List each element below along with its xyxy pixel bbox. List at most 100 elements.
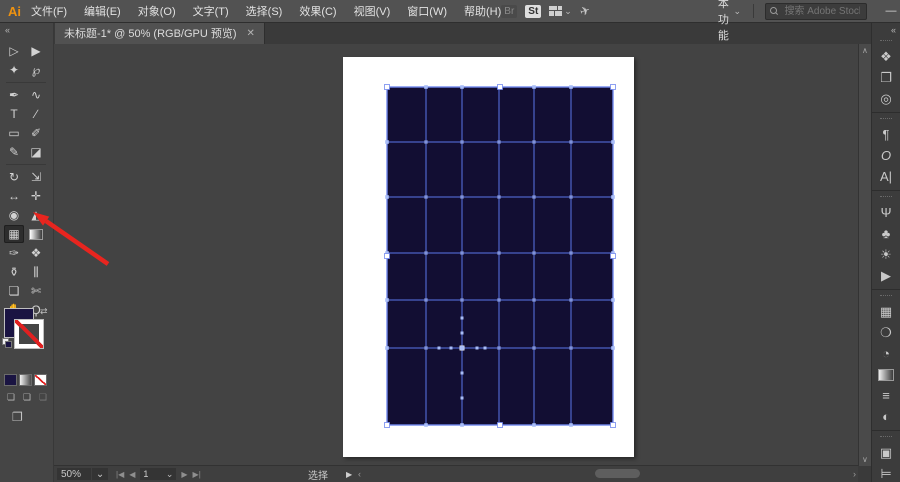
- zoom-dropdown-icon[interactable]: ⌄: [92, 468, 108, 480]
- artboard-tool[interactable]: ❏: [4, 282, 24, 300]
- stroke-swatch[interactable]: [14, 319, 44, 349]
- color-panel-icon[interactable]: ❍: [872, 322, 900, 343]
- transform-panel-icon[interactable]: ▣: [872, 442, 900, 463]
- artboard-number-field[interactable]: 1 ⌄: [140, 468, 177, 480]
- color-button[interactable]: [4, 374, 17, 386]
- zoom-level[interactable]: 50%: [57, 468, 91, 480]
- menu-item-6[interactable]: 视图(V): [354, 3, 391, 19]
- paintbrush-tool[interactable]: ✐: [26, 124, 46, 142]
- draw-mode-2-button[interactable]: ❏: [36, 391, 50, 403]
- layers-panel-icon[interactable]: ❖: [872, 46, 900, 67]
- menu-item-8[interactable]: 帮助(H): [464, 3, 501, 19]
- workspace-label: 基本功能: [717, 0, 729, 42]
- selection-tool[interactable]: ▷: [4, 42, 24, 60]
- vertical-scroll-track[interactable]: ∧ ∨: [858, 44, 872, 466]
- eyedropper-tool[interactable]: ✑: [4, 244, 24, 262]
- actions-panel-icon[interactable]: ▶: [872, 265, 900, 286]
- bridge-badge[interactable]: Br: [501, 4, 518, 18]
- blend-tool[interactable]: ❖: [26, 244, 46, 262]
- scroll-up-icon[interactable]: ∧: [862, 46, 868, 55]
- collapse-tools-icon[interactable]: «: [5, 25, 10, 35]
- brushes-panel-icon[interactable]: Ψ: [872, 202, 900, 223]
- minimize-button[interactable]: —: [885, 5, 896, 18]
- none-button[interactable]: [34, 374, 47, 386]
- scroll-down-icon[interactable]: ∨: [862, 455, 868, 464]
- pen-tool[interactable]: ✒: [4, 86, 24, 104]
- arrange-documents-button[interactable]: ⌄: [549, 6, 572, 17]
- scroll-right-icon[interactable]: ›: [853, 469, 856, 479]
- mesh-tool[interactable]: ▦: [4, 225, 24, 243]
- magic-wand-tool[interactable]: ✦: [4, 61, 24, 79]
- menu-item-7[interactable]: 窗口(W): [407, 3, 447, 19]
- canvas[interactable]: [53, 44, 858, 466]
- swatches-panel-icon[interactable]: ▦: [872, 301, 900, 322]
- menu-item-1[interactable]: 编辑(E): [84, 3, 121, 19]
- swap-fill-stroke-icon[interactable]: ⇄: [40, 306, 48, 317]
- share-icon[interactable]: ✈: [578, 3, 592, 20]
- appearance-panel-icon[interactable]: ☀: [872, 244, 900, 265]
- last-artboard-button[interactable]: ▶|: [193, 470, 201, 479]
- panel-icon-list: ❖❐◎¶OA|Ψ♣☀▶▦❍◔≡◐▣⊨⧉: [872, 38, 900, 482]
- character-panel-icon[interactable]: A|: [872, 166, 900, 187]
- workspace-switcher[interactable]: 基本功能 ⌄: [718, 0, 741, 43]
- menu-item-2[interactable]: 对象(O): [138, 3, 176, 19]
- scale-tool[interactable]: ⇲: [26, 168, 46, 186]
- transparency-panel-icon[interactable]: ◐: [872, 406, 900, 427]
- line-segment-tool[interactable]: ∕: [26, 105, 46, 123]
- artboards-panel-icon[interactable]: ❐: [872, 67, 900, 88]
- first-artboard-button[interactable]: |◀: [116, 470, 124, 479]
- gradient-mesh-object[interactable]: [382, 82, 618, 430]
- status-flyout-icon[interactable]: ▶: [346, 470, 352, 479]
- gradient-tool[interactable]: [26, 225, 46, 243]
- perspective-grid-tool[interactable]: ◭: [26, 206, 46, 224]
- width-tool[interactable]: ↔: [4, 187, 24, 205]
- draw-mode-1-button[interactable]: ❏: [20, 391, 34, 403]
- menu-item-0[interactable]: 文件(F): [31, 3, 67, 19]
- search-icon: [770, 7, 778, 15]
- default-fill-stroke-icon[interactable]: [2, 338, 12, 348]
- pencil-tool[interactable]: ✎: [4, 143, 24, 161]
- vertical-scrollbar[interactable]: ∧ ∨: [858, 22, 872, 482]
- stock-badge[interactable]: St: [525, 4, 542, 18]
- opentype-panel-icon[interactable]: O: [872, 145, 900, 166]
- menu-item-4[interactable]: 选择(S): [246, 3, 283, 19]
- color-buttons: [4, 374, 47, 386]
- eraser-tool[interactable]: ◪: [26, 143, 46, 161]
- next-artboard-button[interactable]: ▶: [181, 470, 187, 479]
- slice-tool[interactable]: ✄: [26, 282, 46, 300]
- draw-mode-0-button[interactable]: ❏: [4, 391, 18, 403]
- tools-panel: « ▷▶✦℘✒∿T∕▭✐✎◪↻⇲↔✛◉◭▦✑❖⚱⫼❏✄✋Ϙ ⇄ ❏❏❏ ❐: [0, 22, 54, 482]
- asset-export-panel-icon[interactable]: ◎: [872, 88, 900, 109]
- symbols-panel-icon[interactable]: ♣: [872, 223, 900, 244]
- column-graph-tool[interactable]: ⫼: [26, 263, 46, 281]
- menu-bar: Ai 文件(F) 编辑(E) 对象(O) 文字(T) 选择(S) 效果(C) 视图(V) 窗口…: [0, 0, 900, 42]
- document-tab[interactable]: 未标题-1* @ 50% (RGB/GPU 预览) ✕: [55, 22, 265, 44]
- menu-item-5[interactable]: 效果(C): [299, 3, 336, 19]
- type-tool[interactable]: T: [4, 105, 24, 123]
- prev-artboard-button[interactable]: ◀: [129, 470, 135, 479]
- shape-builder-tool[interactable]: ◉: [4, 206, 24, 224]
- gradient-button[interactable]: [19, 374, 32, 386]
- lasso-tool[interactable]: ℘: [26, 61, 46, 79]
- rotate-tool[interactable]: ↻: [4, 168, 24, 186]
- align-panel-icon[interactable]: ⊨: [872, 463, 900, 482]
- direct-selection-tool[interactable]: ▶: [26, 42, 46, 60]
- curvature-tool[interactable]: ∿: [26, 86, 46, 104]
- scroll-left-icon[interactable]: ‹: [358, 469, 361, 479]
- menu-item-3[interactable]: 文字(T): [193, 3, 229, 19]
- tab-close-icon[interactable]: ✕: [247, 28, 255, 39]
- horizontal-scrollbar[interactable]: ‹ ›: [358, 467, 856, 481]
- paragraph-panel-icon[interactable]: ¶: [872, 124, 900, 145]
- rectangle-tool[interactable]: ▭: [4, 124, 24, 142]
- gradient-panel-icon[interactable]: [872, 364, 900, 385]
- search-input[interactable]: [782, 4, 863, 18]
- free-transform-tool[interactable]: ✛: [26, 187, 46, 205]
- main-menu: 文件(F) 编辑(E) 对象(O) 文字(T) 选择(S) 效果(C) 视图(V) 窗口(W)…: [31, 3, 501, 19]
- stock-search[interactable]: [765, 2, 868, 20]
- horizontal-scroll-thumb[interactable]: [595, 469, 640, 478]
- symbol-sprayer-tool[interactable]: ⚱: [4, 263, 24, 281]
- stroke-panel-icon[interactable]: ≡: [872, 385, 900, 406]
- color-guide-panel-icon[interactable]: ◔: [872, 343, 900, 364]
- illustrator-window: Ai 文件(F) 编辑(E) 对象(O) 文字(T) 选择(S) 效果(C) 视图(V) 窗口…: [0, 0, 900, 482]
- screen-mode-button[interactable]: ❐: [12, 410, 23, 424]
